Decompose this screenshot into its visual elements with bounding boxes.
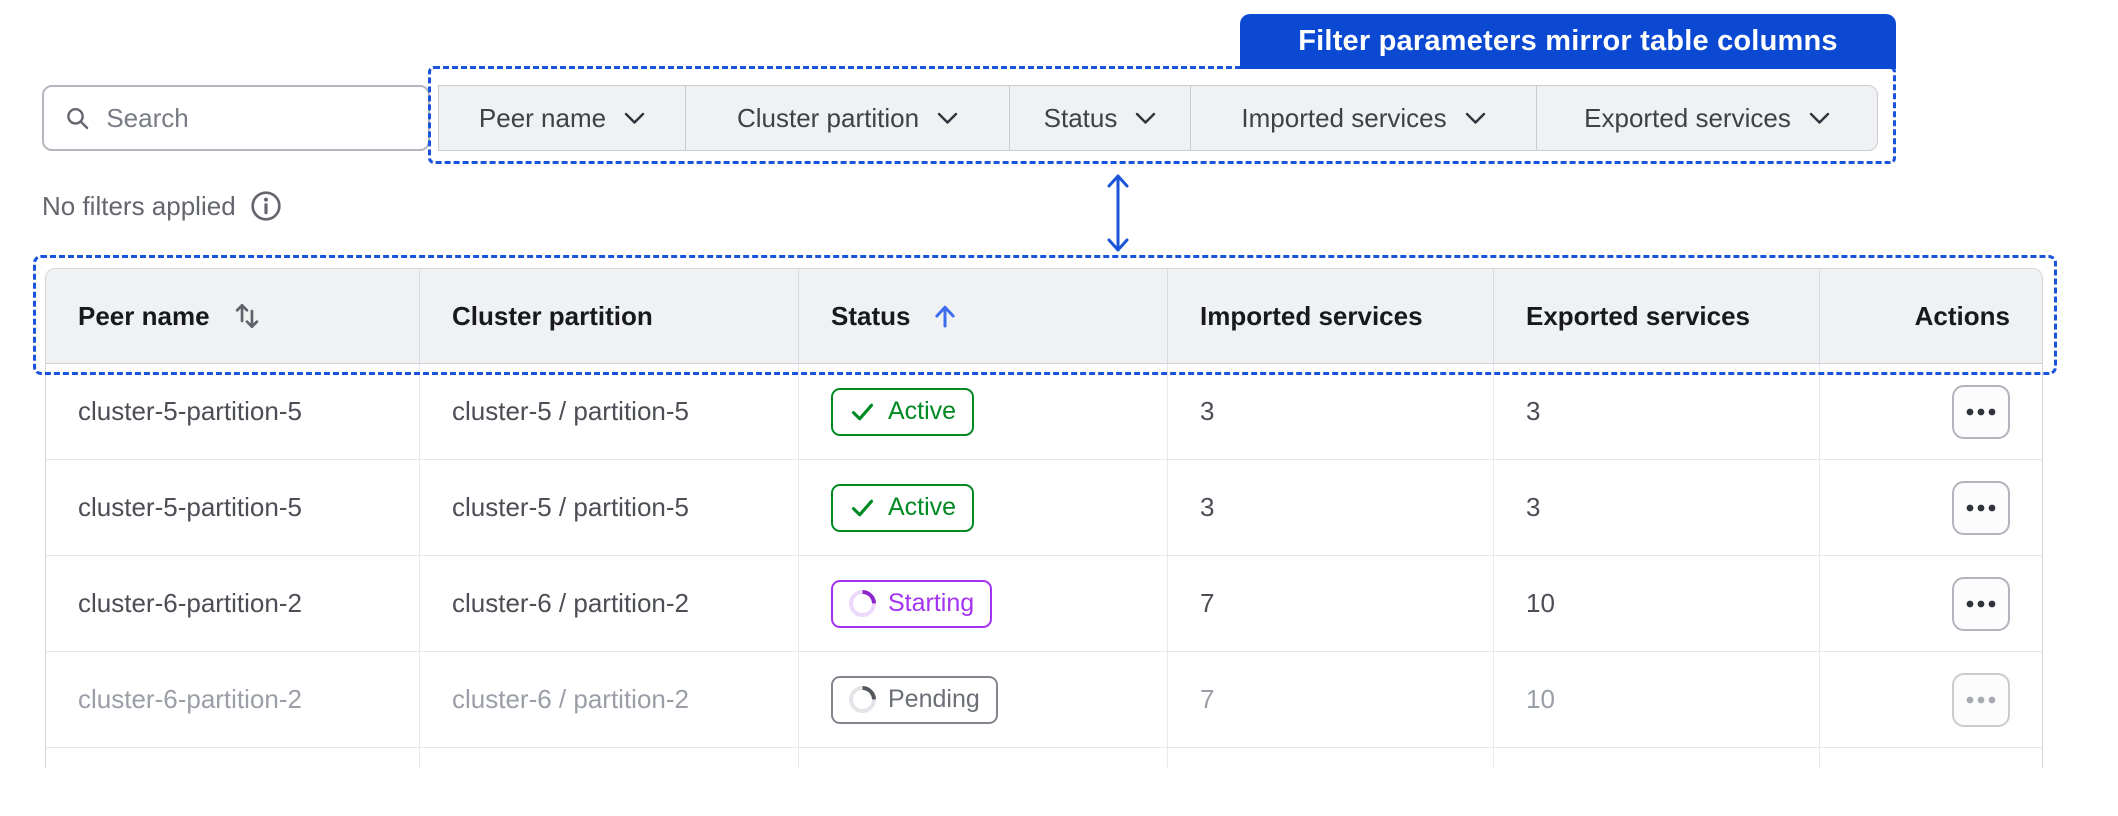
filter-dropdown-exported-services[interactable]: Exported services [1537, 86, 1877, 150]
cell-imported-services: 7 [1168, 556, 1494, 652]
cell-actions [1820, 364, 2042, 460]
table-row: cluster-5-partition-5 cluster-5 / partit… [46, 364, 2042, 460]
search-box [42, 85, 430, 151]
search-icon [67, 108, 89, 130]
column-header-label: Cluster partition [452, 300, 653, 331]
cell-status: Pending [799, 652, 1168, 748]
cell-peer-name: cluster-5-partition-5 [46, 460, 420, 556]
filter-status-line: No filters applied [42, 190, 282, 222]
column-header-label: Exported services [1526, 300, 1751, 331]
filter-dropdown-cluster-partition[interactable]: Cluster partition [686, 86, 1010, 150]
filter-status-text: No filters applied [42, 190, 236, 221]
cell-exported-services [1494, 748, 1820, 768]
filter-dropdown-label: Peer name [478, 102, 607, 133]
column-header-label: Status [831, 300, 911, 331]
sort-icon [235, 304, 258, 328]
spinner-icon [843, 584, 882, 623]
sort-ascending-icon [935, 305, 956, 328]
cell-exported-services: 10 [1494, 652, 1820, 748]
column-header-imported-services: Imported services [1168, 269, 1494, 364]
cell-cluster-partition: cluster-5 / partition-5 [420, 460, 799, 556]
filter-dropdown-label: Exported services [1584, 102, 1791, 133]
cell-actions [1820, 460, 2042, 556]
cell-status: Active [799, 460, 1168, 556]
cell-cluster-partition: cluster-5 / partition-5 [420, 364, 799, 460]
status-badge-label: Starting [888, 589, 975, 617]
filter-bar: Peer name Cluster partition Status Impor… [438, 85, 1878, 151]
table-row: cluster-5-partition-5 cluster-5 / partit… [46, 460, 2042, 556]
search-input[interactable] [106, 102, 408, 134]
cell-status: Starting [799, 556, 1168, 652]
table-header-row: Peer name Cluster partition Status Impor… [46, 269, 2042, 364]
ellipsis-icon [1966, 504, 1996, 511]
cell-imported-services: 7 [1168, 652, 1494, 748]
column-header-label: Actions [1914, 300, 2010, 331]
ellipsis-icon [1966, 696, 1996, 703]
status-badge: Starting [831, 579, 993, 628]
table-row-clipped [46, 748, 2042, 768]
column-header-cluster-partition: Cluster partition [420, 269, 799, 364]
status-badge-label: Active [888, 493, 957, 521]
cell-status [799, 748, 1168, 768]
cell-imported-services: 3 [1168, 364, 1494, 460]
status-badge-label: Pending [888, 685, 980, 713]
cell-peer-name [46, 748, 420, 768]
cell-exported-services: 10 [1494, 556, 1820, 652]
table-body: cluster-5-partition-5 cluster-5 / partit… [46, 364, 2042, 768]
column-header-actions: Actions [1820, 269, 2042, 364]
chevron-down-icon [624, 112, 645, 124]
cell-cluster-partition: cluster-6 / partition-2 [420, 556, 799, 652]
cell-imported-services [1168, 748, 1494, 768]
row-actions-button[interactable] [1952, 576, 2010, 631]
spinner-icon [843, 680, 882, 719]
status-badge: Active [831, 483, 975, 532]
double-arrow-vertical-icon [1107, 174, 1129, 252]
chevron-down-icon [1136, 112, 1156, 124]
cell-peer-name: cluster-6-partition-2 [46, 652, 420, 748]
callout-banner: Filter parameters mirror table columns [1240, 14, 1896, 69]
ellipsis-icon [1966, 600, 1996, 607]
ellipsis-icon [1966, 408, 1996, 415]
filter-dropdown-imported-services[interactable]: Imported services [1191, 86, 1537, 150]
filter-dropdown-label: Cluster partition [736, 102, 920, 133]
peers-table: Peer name Cluster partition Status Impor… [45, 268, 2043, 768]
filter-dropdown-label: Status [1043, 102, 1118, 133]
status-badge: Active [831, 387, 975, 436]
status-badge: Pending [831, 675, 998, 724]
row-actions-button[interactable] [1952, 384, 2010, 439]
cell-actions [1820, 748, 2042, 768]
cell-cluster-partition: cluster-6 / partition-2 [420, 652, 799, 748]
chevron-down-icon [1809, 112, 1830, 124]
cell-cluster-partition [420, 748, 799, 768]
column-header-peer-name[interactable]: Peer name [46, 269, 420, 364]
row-actions-button[interactable] [1952, 672, 2010, 727]
column-header-label: Peer name [78, 300, 210, 331]
cell-peer-name: cluster-5-partition-5 [46, 364, 420, 460]
cell-exported-services: 3 [1494, 460, 1820, 556]
cell-exported-services: 3 [1494, 364, 1820, 460]
peering-filter-docs-page: { "callout": { "label": "Filter paramete… [0, 0, 2118, 816]
column-header-status[interactable]: Status [799, 269, 1168, 364]
cell-actions [1820, 556, 2042, 652]
chevron-down-icon [1465, 112, 1485, 124]
filter-dropdown-status[interactable]: Status [1010, 86, 1191, 150]
table-row: cluster-6-partition-2 cluster-6 / partit… [46, 652, 2042, 748]
column-header-label: Imported services [1200, 300, 1423, 331]
row-actions-button[interactable] [1952, 480, 2010, 535]
table-row: cluster-6-partition-2 cluster-6 / partit… [46, 556, 2042, 652]
status-badge-label: Active [888, 397, 957, 425]
check-icon [851, 403, 874, 421]
column-header-exported-services: Exported services [1494, 269, 1820, 364]
cell-actions [1820, 652, 2042, 748]
chevron-down-icon [937, 112, 958, 124]
cell-status: Active [799, 364, 1168, 460]
cell-imported-services: 3 [1168, 460, 1494, 556]
check-icon [851, 499, 874, 517]
cell-peer-name: cluster-6-partition-2 [46, 556, 420, 652]
filter-dropdown-peer-name[interactable]: Peer name [439, 86, 686, 150]
filter-dropdown-label: Imported services [1241, 102, 1447, 133]
info-circle-icon[interactable] [250, 190, 282, 222]
